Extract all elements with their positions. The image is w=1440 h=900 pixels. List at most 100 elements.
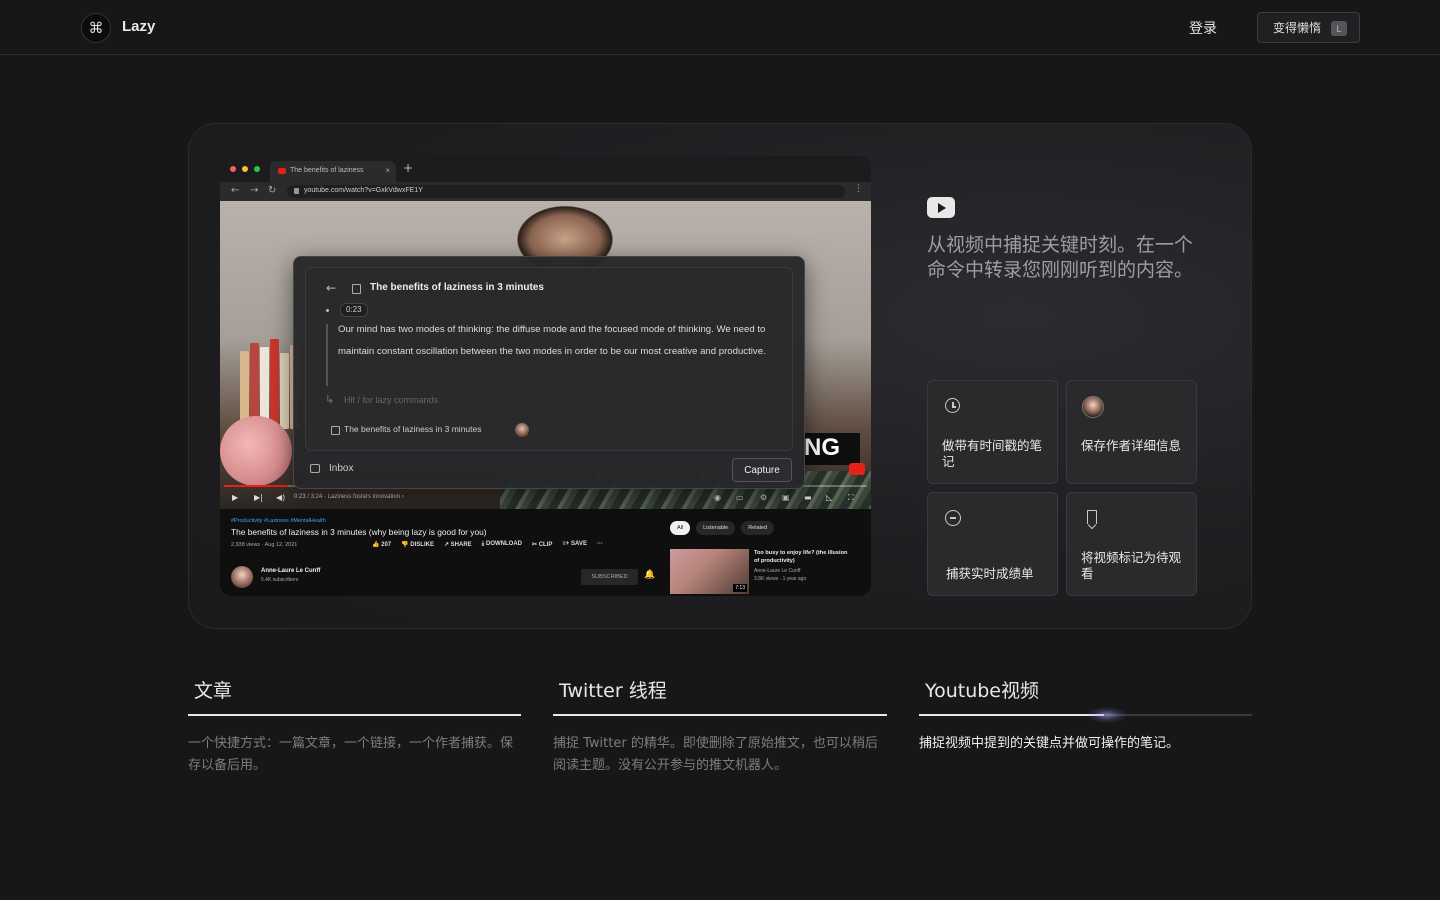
browser-url-bar: ← → ↻ youtube.com/watch?v=GxkVdwxFE1Y ⋮ — [220, 182, 871, 201]
recommended-views: 3.8K views · 1 year ago — [754, 576, 807, 582]
source-title: The benefits of laziness in 3 minutes — [344, 424, 482, 434]
tab-progress-line — [919, 714, 1104, 716]
dislike-button[interactable]: 👎 DISLIKE — [401, 541, 434, 548]
bell-icon[interactable]: 🔔 — [644, 569, 655, 580]
miniplayer-icon[interactable]: ▣ — [782, 493, 790, 502]
more-actions-icon[interactable]: ··· — [597, 541, 603, 548]
channel-name[interactable]: Anne-Laure Le Cunff — [261, 568, 320, 574]
tab-progress-glow — [1087, 707, 1127, 723]
note-title: The benefits of laziness in 3 minutes — [370, 282, 544, 293]
video-progress-fill — [224, 485, 289, 487]
capture-note-editor: ← The benefits of laziness in 3 minutes … — [305, 267, 793, 451]
feature-label: 做带有时间戳的笔记 — [942, 438, 1043, 469]
tab-description: 捕捉 Twitter 的精华。即使删除了原始推文，也可以稍后阅读主题。没有公开参… — [553, 736, 878, 773]
video-title: The benefits of laziness in 3 minutes (w… — [231, 527, 487, 537]
tab-description: 捕捉视频中提到的关键点并做可操作的笔记。 — [919, 736, 1180, 751]
tab-title: 文章 — [194, 680, 233, 702]
top-nav: ⌘ Lazy 登录 变得懒惰 L — [0, 0, 1440, 55]
url-text: youtube.com/watch?v=GxkVdwxFE1Y — [304, 187, 423, 194]
brain-model-image — [220, 416, 292, 486]
timestamp-badge[interactable]: 0:23 — [340, 303, 368, 317]
inbox-icon — [310, 464, 320, 473]
tab-underline — [188, 714, 521, 716]
settings-gear-icon[interactable]: ⚙ — [760, 493, 767, 502]
youtube-icon — [927, 197, 955, 218]
chip-all[interactable]: All — [670, 521, 691, 535]
recommended-thumbnail[interactable]: 7:13 — [670, 549, 749, 594]
clip-button[interactable]: ✂ CLIP — [532, 541, 552, 548]
video-meta: 2,938 views · Aug 12, 2021 — [231, 542, 298, 548]
forward-arrow-icon: → — [250, 185, 259, 196]
logo-glyph: ⌘ — [88, 19, 104, 37]
lazy-capture-popup: ← The benefits of laziness in 3 minutes … — [293, 256, 805, 489]
command-logo-icon[interactable]: ⌘ — [81, 13, 111, 43]
download-button[interactable]: ⤓ DOWNLOAD — [482, 541, 522, 548]
chat-icon — [945, 510, 961, 526]
maximize-window-dot — [254, 166, 260, 172]
tab-close-icon: × — [385, 166, 390, 175]
related-chips: All Listenable Related — [670, 521, 775, 535]
channel-avatar[interactable] — [231, 566, 253, 588]
chip-listenable[interactable]: Listenable — [696, 521, 736, 535]
back-arrow-icon[interactable]: ← — [326, 281, 336, 295]
video-caption-overlay: NG — [802, 433, 860, 465]
capture-button[interactable]: Capture — [732, 458, 792, 482]
recommended-title[interactable]: Too busy to enjoy life? (the illusion of… — [754, 549, 854, 565]
transcript-text: Our mind has two modes of thinking: the … — [338, 324, 766, 357]
tab-articles[interactable]: 文章 — [188, 676, 521, 718]
save-button[interactable]: ≡+ SAVE — [562, 541, 587, 548]
tab-description: 一个快捷方式：一篇文章，一个链接，一个作者捕获。保存以备后用。 — [188, 736, 514, 773]
volume-icon[interactable]: ◀) — [276, 493, 285, 502]
close-window-dot — [230, 166, 236, 172]
share-button[interactable]: ↗ SHARE — [444, 541, 472, 548]
feature-live-transcript: 捕获实时成绩单 — [927, 492, 1058, 596]
source-link[interactable]: The benefits of laziness in 3 minutes — [329, 422, 529, 438]
youtube-logo-icon — [849, 463, 865, 475]
login-link[interactable]: 登录 — [1189, 18, 1217, 38]
clock-icon — [945, 398, 960, 413]
get-lazy-button[interactable]: 变得懒惰 L — [1257, 12, 1360, 43]
feature-headline: 从视频中捕捉关键时刻。在一个命令中转录您刚刚听到的内容。 — [927, 234, 1194, 281]
like-button[interactable]: 👍 207 — [372, 541, 391, 548]
feature-label: 保存作者详细信息 — [1081, 438, 1182, 453]
feature-author-details: 保存作者详细信息 — [1066, 380, 1197, 484]
brand-name[interactable]: Lazy — [122, 18, 155, 35]
shortcut-key-badge: L — [1331, 21, 1347, 36]
book — [280, 353, 289, 429]
inbox-selector[interactable]: Inbox — [329, 463, 353, 474]
browser-tab-title: The benefits of laziness — [290, 167, 364, 174]
fullscreen-icon[interactable]: ⛶ — [848, 493, 854, 503]
video-controls: ▶ ▶| ◀) 0:23 / 3:24 · Laziness fosters i… — [220, 490, 871, 509]
tab-title: Youtube视频 — [925, 680, 1039, 702]
channel-subscribers: 5.4K subscribers — [261, 577, 299, 583]
document-icon — [352, 284, 361, 294]
lock-icon — [294, 188, 299, 194]
feature-label: 将视频标记为待观看 — [1081, 550, 1182, 581]
autoplay-toggle-icon[interactable]: ◉ — [714, 493, 721, 502]
author-avatar — [515, 423, 529, 437]
youtube-video-info: #Productivity #Laziness #MentalHealth Th… — [220, 509, 871, 596]
return-arrow-icon: ↳ — [325, 393, 335, 406]
play-icon[interactable]: ▶ — [232, 493, 238, 502]
chip-related[interactable]: Related — [741, 521, 775, 535]
browser-menu-icon: ⋮ — [854, 184, 863, 194]
bookmark-icon — [1087, 510, 1097, 524]
video-hashtags[interactable]: #Productivity #Laziness #MentalHealth — [231, 518, 326, 524]
back-arrow-icon: ← — [231, 185, 240, 196]
youtube-favicon-icon — [278, 168, 286, 174]
command-input[interactable]: Hit / for lazy commands — [344, 395, 438, 405]
browser-tab: The benefits of laziness × — [270, 161, 396, 182]
video-actions: 👍 207 👎 DISLIKE ↗ SHARE ⤓ DOWNLOAD ✂ CLI… — [372, 541, 603, 548]
recommended-author: Anne-Laure Le Cunff — [754, 568, 801, 574]
tab-twitter-threads[interactable]: Twitter 线程 — [553, 676, 887, 718]
subtitles-icon[interactable]: ▭ — [736, 493, 744, 502]
theater-mode-icon[interactable]: ▬ — [804, 493, 812, 502]
tab-underline — [553, 714, 887, 716]
get-lazy-label: 变得懒惰 — [1273, 21, 1322, 35]
cast-icon[interactable]: ◺ — [826, 493, 832, 502]
next-icon[interactable]: ▶| — [254, 493, 263, 502]
url-field: youtube.com/watch?v=GxkVdwxFE1Y — [287, 185, 845, 198]
feature-label: 捕获实时成绩单 — [946, 566, 1034, 581]
subscribed-button[interactable]: SUBSCRIBED — [581, 569, 638, 585]
tab-youtube-videos[interactable]: Youtube视频 — [919, 676, 1252, 723]
